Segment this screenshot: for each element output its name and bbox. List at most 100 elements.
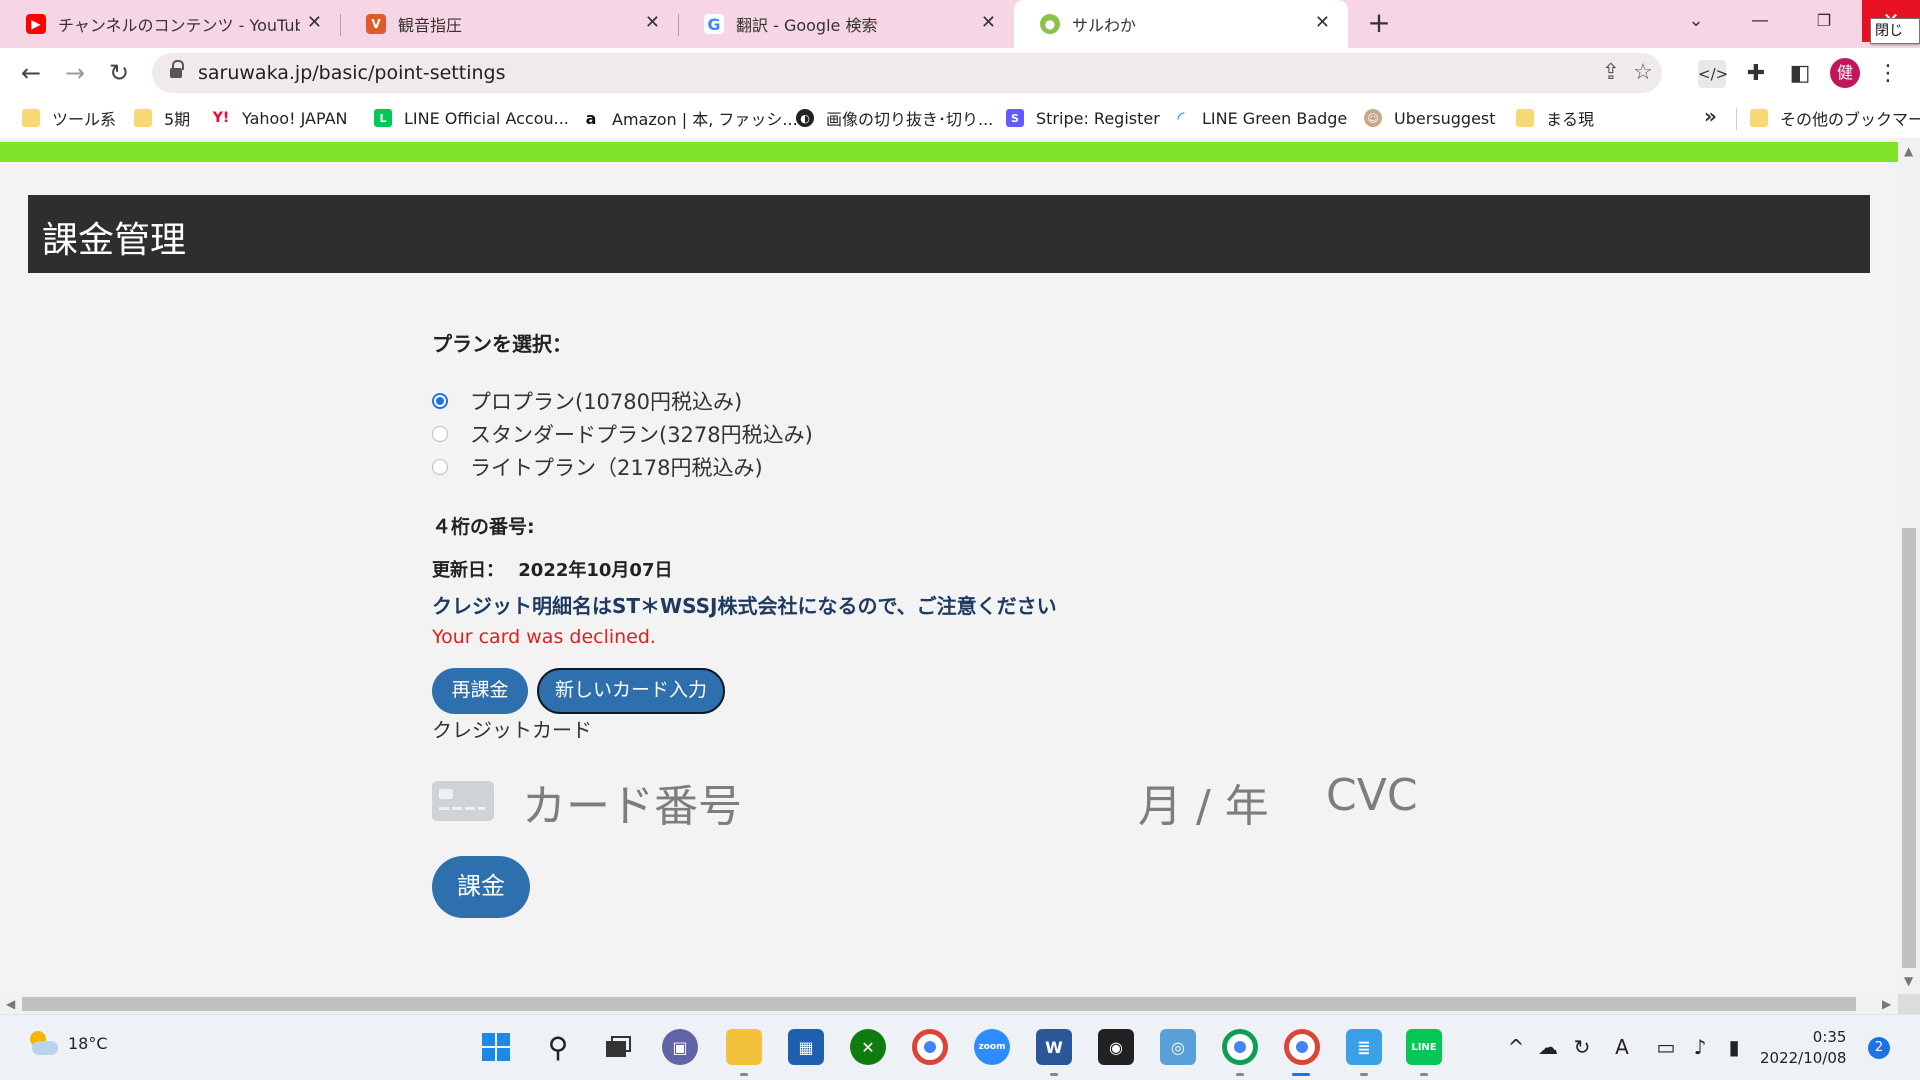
extensions-puzzle-icon[interactable]: ✚: [1742, 60, 1770, 88]
tab-youtube-studio[interactable]: ▶ チャンネルのコンテンツ - YouTube Stu ✕: [0, 0, 340, 48]
tray-chevron-up-icon[interactable]: ^: [1502, 1035, 1530, 1059]
line-app-icon[interactable]: LINE: [1406, 1029, 1442, 1065]
bookmark-line-green-badge[interactable]: ◜ LINE Green Badge: [1172, 106, 1348, 130]
tab-saruwaka[interactable]: ● サルわか ✕: [1014, 0, 1348, 48]
bookmarks-overflow-icon[interactable]: »: [1704, 104, 1717, 128]
notepad-icon[interactable]: ≣: [1346, 1029, 1382, 1065]
bookmark-5ki[interactable]: 5期: [134, 106, 190, 130]
radio-button[interactable]: [432, 393, 448, 409]
scroll-down-icon[interactable]: ▼: [1904, 974, 1913, 988]
close-icon[interactable]: ✕: [645, 12, 660, 33]
tab-google-translate[interactable]: G 翻訳 - Google 検索 ✕: [678, 0, 1014, 48]
close-icon[interactable]: ✕: [1315, 12, 1330, 33]
restore-icon[interactable]: ❐: [1796, 0, 1852, 42]
bookmark-yahoo[interactable]: Y! Yahoo! JAPAN: [212, 106, 348, 130]
bookmarks-bar: ツール系 5期 Y! Yahoo! JAPAN L LINE Official …: [0, 98, 1920, 138]
tab-kannon-shiatsu[interactable]: V 観音指圧 ✕: [340, 0, 678, 48]
bookmark-label: LINE Green Badge: [1202, 108, 1348, 128]
update-date-value: 2022年10月07日: [518, 560, 673, 581]
page-title: 課金管理: [42, 220, 187, 261]
card-expiry-input[interactable]: 月 / 年: [1138, 770, 1269, 834]
chrome-icon[interactable]: [912, 1029, 948, 1065]
back-arrow-icon[interactable]: ←: [14, 56, 48, 90]
scroll-right-icon[interactable]: ▶: [1882, 997, 1891, 1011]
v-site-icon: V: [366, 14, 386, 34]
stripe-icon: S: [1006, 109, 1024, 127]
weather-widget[interactable]: 18°C: [26, 1029, 108, 1057]
sync-icon[interactable]: ↻: [1568, 1035, 1596, 1059]
plan-option-standard[interactable]: スタンダードプラン(3278円税込み): [432, 421, 813, 447]
plan-option-pro[interactable]: プロプラン(10780円税込み): [432, 388, 742, 414]
reload-icon[interactable]: ↻: [102, 56, 136, 90]
weather-icon: [26, 1029, 58, 1057]
forward-arrow-icon[interactable]: →: [58, 56, 92, 90]
vertical-scrollbar[interactable]: ▲ ▼: [1898, 138, 1920, 994]
scroll-up-icon[interactable]: ▲: [1904, 144, 1913, 158]
windows-start-icon[interactable]: [478, 1029, 514, 1065]
microsoft-store-icon[interactable]: ▦: [788, 1029, 824, 1065]
word-icon[interactable]: W: [1036, 1029, 1072, 1065]
bookmark-tools[interactable]: ツール系: [22, 106, 116, 130]
card-cvc-input[interactable]: CVC: [1326, 770, 1418, 821]
code-extension-icon[interactable]: </>: [1698, 60, 1728, 88]
close-icon[interactable]: ✕: [981, 12, 996, 33]
running-indicator: [740, 1073, 748, 1076]
lock-icon[interactable]: [170, 60, 184, 79]
bookmark-line-official[interactable]: L LINE Official Accou...: [374, 106, 569, 130]
bookmark-marugen[interactable]: まる現: [1516, 106, 1594, 130]
notification-badge[interactable]: 2: [1868, 1037, 1890, 1059]
scroll-left-icon[interactable]: ◀: [6, 997, 15, 1011]
rebill-button[interactable]: 再課金: [432, 668, 528, 714]
horizontal-scrollbar[interactable]: ◀ ▶: [0, 994, 1898, 1014]
bookmark-ubersuggest[interactable]: ☺ Ubersuggest: [1364, 106, 1496, 130]
plan-option-label: スタンダードプラン(3278円税込み): [470, 423, 813, 447]
menu-kebab-icon[interactable]: ⋮: [1874, 60, 1902, 88]
avatar[interactable]: 健: [1830, 58, 1860, 88]
close-tooltip: 閉じる: [1870, 18, 1920, 63]
zoom-icon[interactable]: zoom: [974, 1029, 1010, 1065]
bookmark-star-icon[interactable]: ☆: [1630, 60, 1656, 85]
tab-title: 翻訳 - Google 検索: [736, 16, 878, 35]
system-clock[interactable]: 0:35 2022/10/08: [1760, 1027, 1846, 1069]
browser-toolbar: ← → ↻ saruwaka.jp/basic/point-settings ⇪…: [0, 48, 1920, 98]
scrollbar-thumb[interactable]: [1902, 528, 1916, 968]
bookmark-stripe[interactable]: S Stripe: Register: [1006, 106, 1160, 130]
scrollbar-thumb[interactable]: [22, 997, 1856, 1011]
teams-chat-icon[interactable]: ▣: [662, 1029, 698, 1065]
new-card-button[interactable]: 新しいカード入力: [537, 668, 725, 714]
folder-icon: [22, 109, 40, 127]
url-text[interactable]: saruwaka.jp/basic/point-settings: [198, 62, 505, 84]
card-last-digits-label: ４桁の番号:: [432, 516, 535, 538]
obs-icon[interactable]: ◉: [1098, 1029, 1134, 1065]
radio-button[interactable]: [432, 426, 448, 442]
plan-option-label: プロプラン(10780円税込み): [470, 390, 743, 414]
address-bar[interactable]: saruwaka.jp/basic/point-settings ⇪ ☆: [152, 53, 1662, 93]
network-icon[interactable]: ▭: [1652, 1035, 1680, 1059]
chrome-active-icon[interactable]: [1284, 1029, 1320, 1065]
close-icon[interactable]: ✕: [307, 12, 322, 33]
share-icon[interactable]: ⇪: [1598, 60, 1624, 85]
chrome-profile-icon[interactable]: [1222, 1029, 1258, 1065]
pay-button[interactable]: 課金: [432, 856, 530, 918]
bookmark-amazon[interactable]: a Amazon | 本, ファッシ...: [582, 106, 798, 130]
minimize-icon[interactable]: —: [1732, 0, 1788, 42]
card-number-input[interactable]: カード番号: [522, 770, 742, 834]
volume-icon[interactable]: ♪: [1686, 1035, 1714, 1059]
bookmark-other[interactable]: その他のブックマーク: [1750, 106, 1920, 130]
running-indicator: [1360, 1073, 1368, 1076]
radio-button[interactable]: [432, 459, 448, 475]
battery-icon[interactable]: ▮: [1720, 1035, 1748, 1059]
bookmark-image-crop[interactable]: ◐ 画像の切り抜き･切り...: [796, 106, 993, 130]
task-view-icon[interactable]: [600, 1029, 636, 1065]
search-icon[interactable]: ⚲: [540, 1029, 576, 1065]
side-panel-icon[interactable]: ◧: [1786, 60, 1814, 88]
plan-option-light[interactable]: ライトプラン（2178円税込み): [432, 454, 763, 480]
onedrive-cloud-icon[interactable]: ☁: [1534, 1035, 1562, 1059]
photos-icon[interactable]: ◎: [1160, 1029, 1196, 1065]
file-explorer-icon[interactable]: [726, 1029, 762, 1065]
new-tab-button[interactable]: +: [1364, 8, 1394, 38]
xbox-icon[interactable]: ✕: [850, 1029, 886, 1065]
tab-search-chevron-icon[interactable]: ⌄: [1668, 0, 1724, 42]
ime-indicator[interactable]: A: [1608, 1035, 1636, 1059]
plan-select-label: プランを選択：: [432, 332, 572, 356]
